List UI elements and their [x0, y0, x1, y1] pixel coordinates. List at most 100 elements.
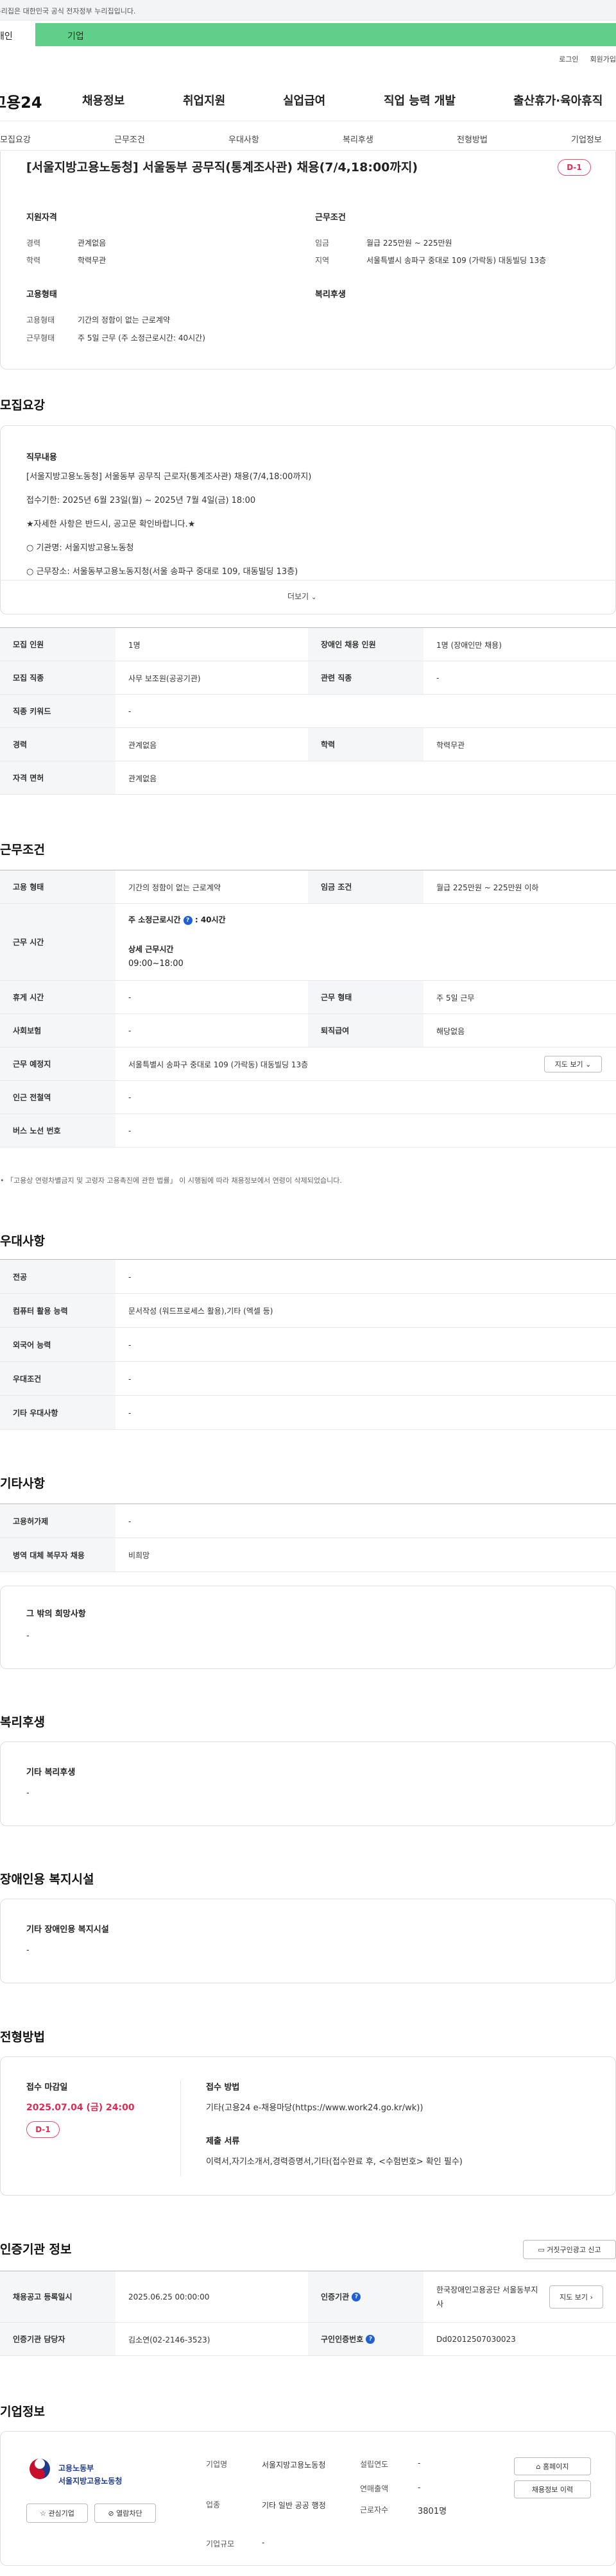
table-row: 자격 면허 관계없음: [0, 761, 616, 795]
th: 자격 면허: [0, 761, 116, 794]
th: 외국어 능력: [0, 1328, 116, 1361]
td: 김소연(02-2146-3523): [128, 2335, 210, 2344]
detail-time-label: 상세 근무시간: [128, 945, 174, 954]
th: 직종 키워드: [0, 695, 116, 727]
est-value: -: [418, 2459, 421, 2468]
duty-line: ★자세한 사항은 반드시, 공고문 확인바랍니다.★: [26, 520, 196, 529]
table-row: 고용허가제 -: [0, 1504, 616, 1538]
sales-label: 연매출액: [360, 2484, 389, 2493]
th: 모집 인원: [0, 628, 116, 661]
td: 해당없음: [436, 1026, 465, 1036]
tab-individual[interactable]: 개인: [0, 23, 35, 46]
welfare-card: 기타 복리후생 -: [0, 1741, 616, 1826]
table-row: 컴퓨터 활용 능력 문서작성 (워드프로세스 활용),기타 (엑셀 등): [0, 1294, 616, 1328]
favorite-company-button[interactable]: ☆ 관심기업: [26, 2504, 88, 2523]
table-row: 경력 관계없음 학력 학력무관: [0, 728, 616, 761]
gnb-unemployment-benefit[interactable]: 실업급여: [283, 92, 325, 108]
welfare-box-heading: 기타 복리후생: [26, 1768, 76, 1777]
snb-work[interactable]: 근무조건: [114, 133, 145, 145]
gnb-maternity-leave[interactable]: 출산휴가·육아휴직: [513, 92, 603, 108]
map-button[interactable]: 지도 보기 ›: [549, 2285, 603, 2309]
table-row: 버스 노선 번호 -: [0, 1114, 616, 1148]
table-row: 고용 형태 기간의 정함이 없는 근로계약 임금 조건 월급 225만원 ~ 2…: [0, 870, 616, 904]
logo-text-2: 서울지방고용노동청: [58, 2477, 123, 2486]
work-type-value: 주 5일 근무 (주 소정근로시간: 40시간): [78, 334, 205, 343]
section-title-pref: 우대사항: [0, 1234, 45, 1248]
dday-badge: D-1: [558, 159, 591, 176]
employment-type-value: 기간의 정함이 없는 근로계약: [78, 316, 170, 325]
section-title-disability: 장애인용 복지시설: [0, 1872, 94, 1886]
pref-table: 전공 - 컴퓨터 활용 능력 문서작성 (워드프로세스 활용),기타 (엑셀 등) …: [0, 1259, 616, 1430]
td: 1명 (장애인만 채용): [436, 640, 502, 650]
th: 장애인 채용 인원: [308, 628, 424, 661]
signup-link[interactable]: 회원가입: [590, 55, 616, 64]
docs-value: 이력서,자기소개서,경력증명서,기타(접수완료 후, <수험번호> 확인 필수): [206, 2157, 463, 2167]
more-button[interactable]: 더보기 ⌄: [287, 591, 316, 602]
td: -: [128, 1272, 132, 1282]
snb-select[interactable]: 전형방법: [457, 133, 488, 145]
snb-company[interactable]: 기업정보: [571, 133, 602, 145]
td: 기간의 정함이 없는 근로계약: [128, 883, 221, 892]
snb-recruit[interactable]: 모집요강: [0, 133, 31, 145]
section-title-cert: 인증기관 정보: [0, 2242, 72, 2257]
bullet-icon: •: [0, 1176, 6, 1185]
disability-card: 기타 장애인용 복지시설 -: [0, 1899, 616, 1983]
td: -: [128, 1126, 132, 1135]
section-title-select: 전형방법: [0, 2030, 45, 2044]
table-row: 근무 예정지 서울특별시 송파구 중대로 109 (가락동) 대동빌딩 13층 …: [0, 1047, 616, 1081]
td: -: [128, 707, 132, 716]
welfare-heading: 복리후생: [315, 290, 346, 300]
th: 고용허가제: [0, 1504, 116, 1538]
job-history-button[interactable]: 채용정보 이력: [514, 2480, 591, 2498]
chevron-right-icon: ›: [590, 2292, 593, 2301]
tab-business[interactable]: 기업: [35, 23, 616, 46]
td: 사무 보조원(공공기관): [128, 674, 201, 683]
th: 인증기관 담당자: [0, 2323, 116, 2355]
th: 전공: [0, 1260, 116, 1293]
snb-pref[interactable]: 우대사항: [228, 133, 259, 145]
info-icon[interactable]: ?: [366, 2334, 375, 2344]
map-button[interactable]: 지도 보기 ⌄: [544, 1056, 602, 1072]
section-title-recruit: 모집요강: [0, 398, 45, 412]
td: -: [128, 1093, 132, 1102]
login-link[interactable]: 로그인: [559, 55, 578, 64]
table-row: 직종 키워드 -: [0, 695, 616, 728]
area-label: 지역: [315, 256, 330, 265]
report-fake-ad-button[interactable]: ▭ 거짓구인광고 신고: [523, 2240, 616, 2259]
td: -: [128, 1026, 132, 1035]
gnb-training[interactable]: 직업 능력 개발: [384, 92, 456, 108]
td: Dd02012507030023: [436, 2335, 516, 2344]
table-row: 기타 우대사항 -: [0, 1396, 616, 1430]
table-row: 채용공고 등록일시 2025.06.25 00:00:00 인증기관 ? 한국장…: [0, 2271, 616, 2323]
th: 사회보험: [0, 1014, 116, 1047]
est-label: 설립연도: [360, 2460, 389, 2469]
std-time: 주 소정근로시간 ? : 40시간: [128, 915, 226, 925]
th: 인근 전철역: [0, 1081, 116, 1114]
snb-welfare[interactable]: 복리후생: [343, 133, 373, 145]
divider: [0, 150, 616, 151]
info-icon[interactable]: ?: [352, 2292, 361, 2301]
detail-time-value: 09:00~18:00: [128, 959, 184, 969]
section-title-company: 기업정보: [0, 2405, 45, 2419]
dday-badge: D-1: [26, 2121, 60, 2138]
th: 휴게 시간: [0, 981, 116, 1013]
other-wish-card: 그 밖의 희망사항 -: [0, 1586, 616, 1669]
star-icon: ☆: [40, 2509, 46, 2518]
employment-type-label: 고용형태: [26, 316, 55, 325]
duty-line: ○ 기관명: 서울지방고용노동청: [26, 543, 134, 553]
duty-line: ○ 근무장소: 서울동부고용노동지청(서울 송파구 중대로 109, 대동빌딩 …: [26, 567, 298, 577]
etc-table: 고용허가제 - 병역 대체 복무자 채용 비희망: [0, 1504, 616, 1572]
gnb-recruit[interactable]: 채용정보: [82, 92, 124, 108]
util-menu: 로그인 회원가입: [547, 54, 616, 64]
th: 컴퓨터 활용 능력: [0, 1294, 116, 1327]
homepage-button[interactable]: ⌂ 홈페이지: [514, 2457, 591, 2475]
block-view-button[interactable]: ⊘ 열람차단: [94, 2504, 156, 2523]
th: 기타 우대사항: [0, 1396, 116, 1429]
industry-value: 기타 일반 공공 행정: [262, 2501, 326, 2510]
td: -: [128, 1408, 132, 1418]
site-logo[interactable]: 고용24: [0, 90, 42, 112]
qualification-heading: 지원자격: [26, 213, 57, 223]
info-icon[interactable]: ?: [183, 915, 193, 925]
th: 모집 직종: [0, 661, 116, 694]
gnb-employment-support[interactable]: 취업지원: [183, 92, 225, 108]
